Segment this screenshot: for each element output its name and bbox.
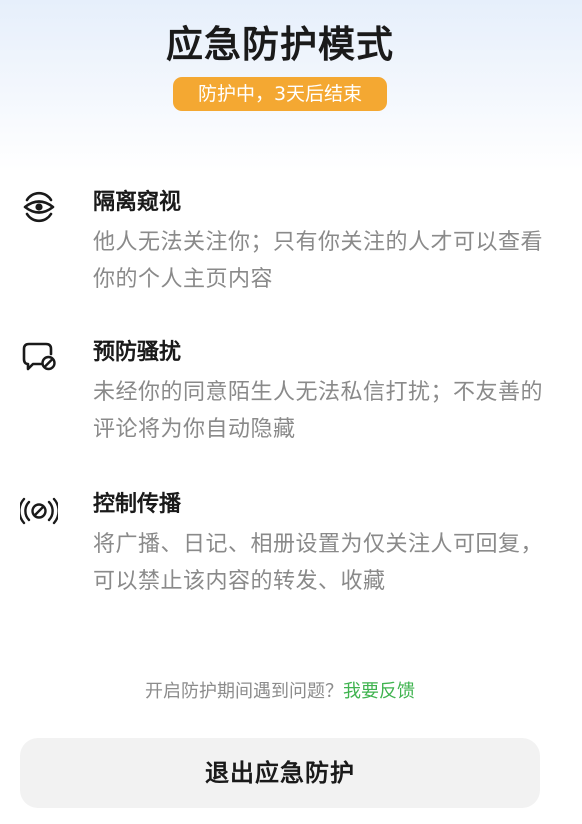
feature-description: 他人无法关注你；只有你关注的人才可以查看你的个人主页内容 [93, 230, 544, 292]
page-title: 应急防护模式 [166, 23, 394, 66]
eye-icon [20, 188, 58, 226]
message-block-icon [20, 338, 58, 376]
feature-title: 控制传播 [93, 492, 182, 517]
status-badge: 防护中，3天后结束 [173, 77, 387, 111]
feature-description: 未经你的同意陌生人无法私信打扰；不友善的评论将为你自动隐藏 [93, 380, 544, 442]
feature-title: 隔离窥视 [93, 190, 182, 215]
feedback-question: 开启防护期间遇到问题？ [145, 681, 343, 702]
emergency-protection-page: 应急防护模式 防护中，3天后结束 隔离窥视 他人无法关注你；只有你关注的人才可以… [0, 0, 582, 824]
feedback-link[interactable]: 我要反馈 [343, 681, 415, 702]
feature-title: 预防骚扰 [93, 340, 182, 365]
feedback-line: 开启防护期间遇到问题？我要反馈 [0, 677, 560, 703]
broadcast-block-icon [20, 492, 58, 530]
feature-description: 将广播、日记、相册设置为仅关注人可回复，可以禁止该内容的转发、收藏 [93, 532, 544, 594]
exit-emergency-protection-button[interactable]: 退出应急防护 [20, 738, 540, 808]
